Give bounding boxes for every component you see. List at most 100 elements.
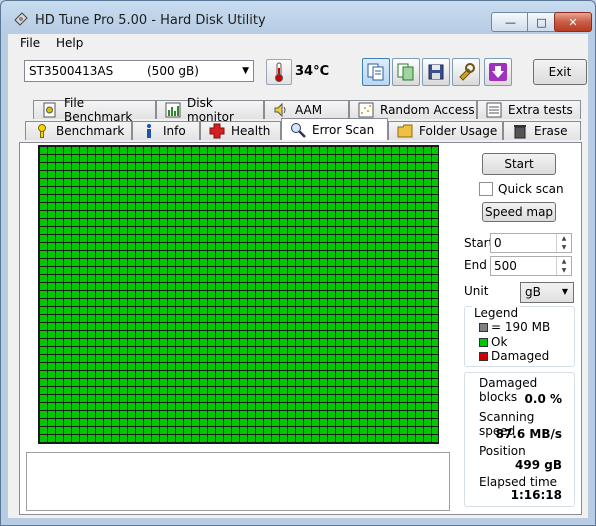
elapsed-time-label: Elapsed time (479, 475, 558, 489)
menu-help[interactable]: Help (56, 36, 83, 50)
start-button[interactable]: Start (482, 153, 556, 175)
legend-title: Legend (472, 306, 521, 320)
temperature-readout: 34°C (295, 64, 330, 79)
legend-ok-label: Ok (491, 335, 508, 349)
close-button[interactable]: ✕ (554, 12, 592, 32)
tab-erase[interactable]: Erase (503, 121, 581, 140)
spin-down-icon[interactable]: ▼ (557, 243, 571, 252)
end-spinner[interactable]: ▲ ▼ (556, 257, 571, 275)
start-spinner[interactable]: ▲ ▼ (556, 234, 571, 252)
checkbox-box[interactable] (479, 182, 493, 196)
green-square-icon (479, 337, 488, 347)
position-value: 499 gB (515, 458, 562, 472)
chevron-down-icon: ▼ (242, 66, 249, 76)
legend-block-size-label: = 190 MB (491, 320, 551, 334)
speed-map-button[interactable]: Speed map (482, 202, 556, 222)
tab-error-scan[interactable]: Error Scan (281, 118, 388, 140)
menu-file[interactable]: File (20, 36, 40, 50)
start-field-label: Start (464, 236, 494, 250)
folder-icon (397, 124, 413, 138)
tab-benchmark[interactable]: Benchmark (25, 121, 132, 140)
legend-ok: Ok (479, 335, 507, 349)
toolbar: ST3500413AS (500 gB) ▼ 34°C Exit (8, 54, 588, 90)
tab-label: Info (163, 124, 186, 138)
magnifier-icon (291, 122, 306, 138)
random-access-icon (358, 102, 374, 118)
menu-bar: File Help (8, 34, 588, 54)
tab-label: Disk monitor (187, 96, 234, 124)
disk-monitor-icon (165, 102, 181, 118)
tab-info[interactable]: Info (132, 121, 200, 140)
health-cross-icon (209, 123, 225, 139)
tab-label: Erase (534, 124, 568, 138)
download-button[interactable] (484, 58, 512, 86)
end-input[interactable]: 500 ▲ ▼ (490, 256, 572, 276)
gray-square-icon (479, 322, 488, 332)
copy-image-icon (397, 63, 414, 81)
start-input[interactable]: 0 ▲ ▼ (490, 233, 572, 253)
spin-up-icon[interactable]: ▲ (557, 257, 571, 266)
tab-aam[interactable]: AAM (264, 100, 349, 119)
unit-select[interactable]: gB ▼ (520, 282, 574, 303)
legend-group: Legend = 190 MB Ok Damaged (464, 306, 575, 367)
file-benchmark-icon (43, 102, 56, 118)
wrench-icon (459, 63, 475, 81)
hd-tune-app-icon (14, 12, 28, 26)
tab-folder-usage[interactable]: Folder Usage (388, 121, 503, 140)
floppy-disk-icon (428, 64, 444, 80)
copy-screenshot-button[interactable] (392, 58, 420, 86)
options-button[interactable] (452, 58, 480, 86)
drive-name: ST3500413AS (29, 64, 114, 78)
legend-block-size: = 190 MB (479, 320, 550, 334)
title-bar[interactable]: HD Tune Pro 5.00 - Hard Disk Utility — □… (1, 1, 595, 33)
spin-up-icon[interactable]: ▲ (557, 234, 571, 243)
position-label: Position (479, 444, 526, 458)
tab-label: Folder Usage (419, 124, 498, 138)
scan-log-box[interactable] (26, 452, 450, 511)
tab-random-access[interactable]: Random Access (349, 100, 477, 119)
trash-icon (514, 125, 526, 139)
chevron-down-icon: ▼ (561, 287, 568, 296)
elapsed-time-value: 1:16:18 (510, 488, 562, 502)
end-value: 500 (494, 259, 517, 273)
quick-scan-checkbox[interactable]: Quick scan (479, 182, 564, 196)
legend-damaged: Damaged (479, 349, 549, 363)
tab-file-benchmark[interactable]: File Benchmark (33, 96, 156, 124)
end-field-label: End (464, 258, 487, 272)
tab-label: File Benchmark (64, 96, 133, 124)
benchmark-icon (38, 124, 46, 138)
tab-label: Benchmark (56, 124, 125, 138)
tab-disk-monitor[interactable]: Disk monitor (156, 96, 264, 124)
spin-down-icon[interactable]: ▼ (557, 266, 571, 275)
window-title: HD Tune Pro 5.00 - Hard Disk Utility (35, 13, 266, 28)
scan-stats-group: Damaged blocks 0.0 % Scanning speed 87.6… (464, 372, 575, 507)
drive-size: (500 gB) (147, 64, 199, 78)
legend-damaged-label: Damaged (491, 349, 550, 363)
damaged-blocks-value: 0.0 % (524, 392, 562, 406)
tab-health[interactable]: Health (200, 121, 281, 140)
red-square-icon (479, 351, 488, 361)
extra-tests-icon (486, 102, 502, 118)
tab-label: Error Scan (312, 122, 375, 137)
unit-label: Unit (464, 284, 489, 298)
thermometer-icon (266, 59, 292, 85)
minimize-button[interactable]: — (491, 12, 530, 32)
start-value: 0 (494, 236, 502, 250)
copy-info-button[interactable] (362, 58, 390, 86)
tab-extra-tests[interactable]: Extra tests (477, 100, 581, 119)
maximize-button[interactable]: □ (527, 12, 556, 32)
tab-label: AAM (295, 103, 323, 117)
info-icon (147, 124, 151, 138)
tab-label: Random Access (380, 103, 475, 117)
tab-label: Extra tests (508, 103, 573, 117)
speaker-icon (274, 102, 286, 118)
quick-scan-label: Quick scan (498, 182, 564, 196)
copy-text-icon (367, 63, 384, 81)
download-arrow-icon (489, 63, 507, 81)
scanning-speed-value: 87.6 MB/s (495, 427, 562, 441)
save-button[interactable] (422, 58, 450, 86)
block-map-grid (38, 145, 439, 444)
exit-button[interactable]: Exit (533, 59, 587, 85)
unit-value: gB (525, 285, 541, 299)
drive-select[interactable]: ST3500413AS (500 gB) ▼ (24, 60, 254, 82)
